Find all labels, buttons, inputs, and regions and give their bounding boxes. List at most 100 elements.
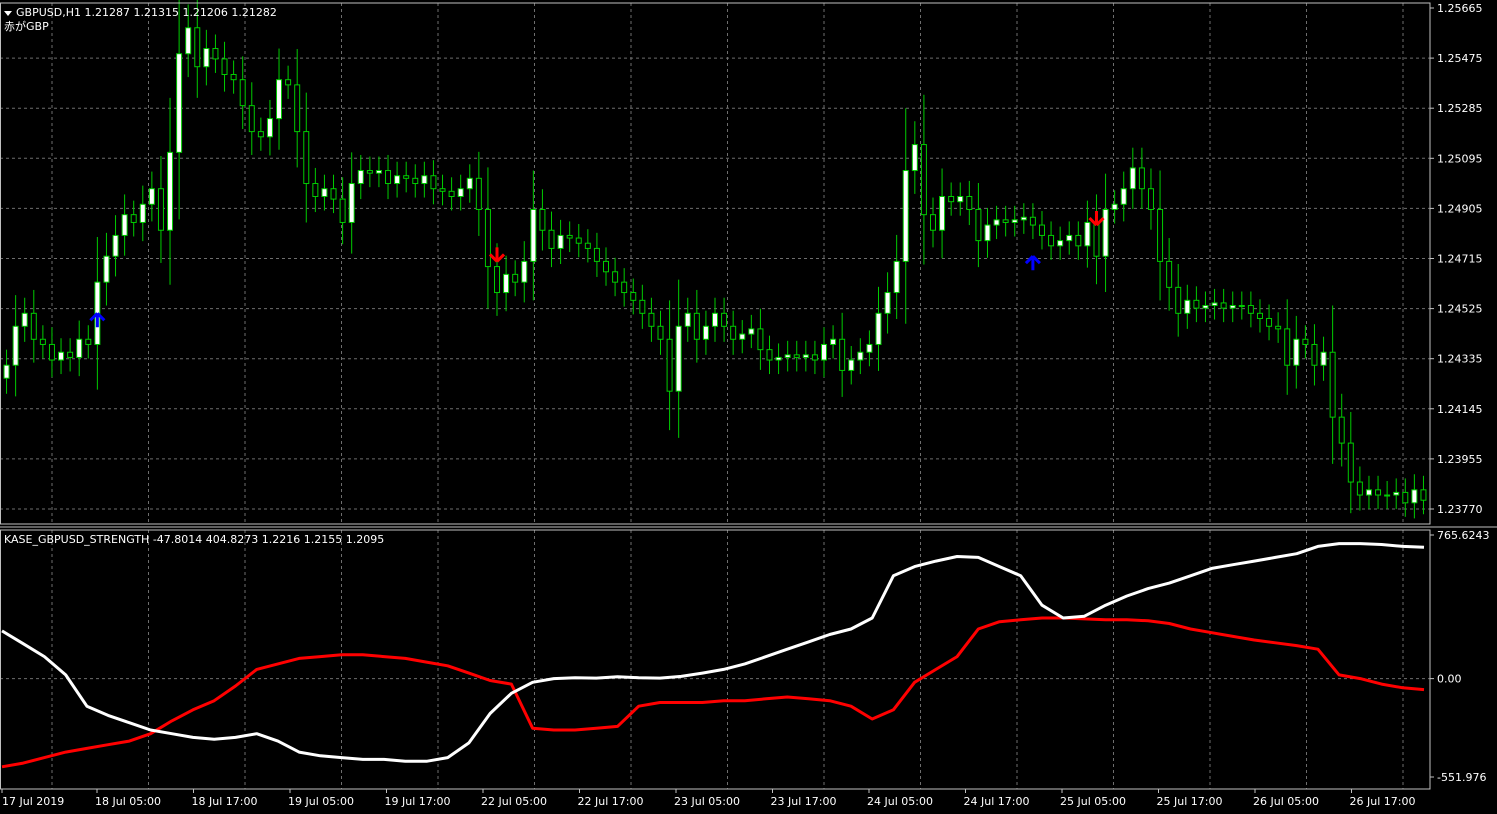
price-label: 1.25665 xyxy=(1437,2,1483,15)
candle-body-bear xyxy=(1402,491,1409,504)
candle-body-bull xyxy=(1120,188,1127,205)
candle-body-bear xyxy=(475,177,482,210)
time-label: 22 Jul 17:00 xyxy=(578,795,644,808)
indicator-title: KASE_GBPUSD_STRENGTH -47.8014 404.8273 1… xyxy=(4,533,385,546)
candle-body-bull xyxy=(866,343,873,353)
candle-body-bear xyxy=(1256,312,1263,320)
candle-body-bull xyxy=(902,170,909,262)
candle-body-bull xyxy=(1365,489,1372,496)
candle-body-bull xyxy=(176,53,183,153)
candle-body-bull xyxy=(675,325,682,392)
candle-body-bear xyxy=(603,260,610,273)
candle-body-bear xyxy=(67,351,74,358)
candle-body-bear xyxy=(721,312,728,327)
candle-body-bull xyxy=(1129,167,1136,190)
candle-body-bear xyxy=(648,312,655,327)
candle-body-bear xyxy=(85,338,92,345)
candle-body-bull xyxy=(820,343,827,361)
candle-body-bear xyxy=(285,79,292,86)
candle-body-bull xyxy=(875,312,882,345)
candle-body-bull xyxy=(521,260,528,283)
candle-body-bull xyxy=(421,175,428,185)
candle-body-bear xyxy=(1175,286,1182,314)
time-label: 25 Jul 05:00 xyxy=(1060,795,1126,808)
candle-body-bear xyxy=(248,105,255,133)
candle-body-bear xyxy=(39,338,46,345)
candle-body-bear xyxy=(566,234,573,239)
candle-body-bear xyxy=(757,328,764,351)
candle-body-bear xyxy=(494,266,501,294)
candle-body-bull xyxy=(911,144,918,172)
candle-body-bear xyxy=(975,208,982,242)
candle-body-bull xyxy=(857,351,864,361)
candle-body-bear xyxy=(730,325,737,340)
candle-body-bull xyxy=(457,188,464,197)
triangle-down-icon[interactable] xyxy=(4,10,12,16)
candle-body-bear xyxy=(1075,234,1082,247)
candle-body-bull xyxy=(1066,234,1073,242)
candle-body-bull xyxy=(266,118,273,138)
time-label: 18 Jul 17:00 xyxy=(192,795,258,808)
price-label: 1.24525 xyxy=(1437,303,1483,316)
candle-body-bull xyxy=(1293,338,1300,366)
candle-body-bull xyxy=(3,364,10,379)
chart-canvas[interactable]: 1.25665 1.25475 1.25285 1.25095 1.24905 1.247… xyxy=(0,0,1497,814)
candle-body-bear xyxy=(929,214,936,231)
main-chart-title[interactable]: GBPUSD,H1 1.21287 1.21315 1.21206 1.2128… xyxy=(4,6,277,19)
candle-body-bull xyxy=(1184,299,1191,314)
candle-body-bull xyxy=(167,151,174,231)
time-label: 26 Jul 05:00 xyxy=(1253,795,1319,808)
time-label: 26 Jul 17:00 xyxy=(1350,795,1416,808)
time-label: 24 Jul 17:00 xyxy=(964,795,1030,808)
candle-body-bull xyxy=(702,325,709,340)
candle-body-bull xyxy=(112,234,119,257)
price-label: 1.23955 xyxy=(1437,453,1483,466)
indicator-level-label: 0.00 xyxy=(1437,673,1462,686)
candle-body-bear xyxy=(257,131,264,138)
candle-body-bull xyxy=(784,354,791,358)
candle-body-bull xyxy=(884,292,891,314)
candle-body-bull xyxy=(984,224,991,242)
time-label: 23 Jul 17:00 xyxy=(771,795,837,808)
candle-body-bear xyxy=(1275,325,1282,330)
candle-body-bull xyxy=(684,312,691,327)
candle-body-bull xyxy=(748,328,755,335)
candle-body-bull xyxy=(276,79,283,120)
price-label: 1.25285 xyxy=(1437,102,1483,115)
candle-body-bear xyxy=(1302,338,1309,345)
candle-body-bear xyxy=(312,183,319,197)
candle-body-bull xyxy=(503,273,510,294)
candle-body-bull xyxy=(1084,221,1091,247)
candle-body-bull xyxy=(957,195,964,203)
price-label: 1.23770 xyxy=(1437,503,1483,516)
candle-body-bear xyxy=(1138,167,1145,190)
candle-body-bear xyxy=(1048,234,1055,247)
candle-body-bull xyxy=(893,260,900,294)
price-label: 1.24715 xyxy=(1437,253,1483,266)
candle-body-bear xyxy=(584,242,591,249)
candle-body-bear xyxy=(839,338,846,371)
candle-body-bear xyxy=(630,292,637,301)
indicator-level-label: -551.976 xyxy=(1437,771,1486,784)
candle-body-bear xyxy=(330,188,337,200)
candle-body-bear xyxy=(612,271,619,283)
candle-body-bear xyxy=(621,281,628,294)
candle-body-bear xyxy=(1093,221,1100,257)
candle-body-bear xyxy=(239,79,246,107)
candle-body-bear xyxy=(1266,318,1273,327)
candle-body-bear xyxy=(1347,442,1354,483)
candle-body-bear xyxy=(30,312,37,340)
candle-body-bear xyxy=(1284,328,1291,366)
price-label: 1.24145 xyxy=(1437,403,1483,416)
candle-body-bear xyxy=(230,73,237,81)
candle-body-bear xyxy=(1166,260,1173,288)
candle-body-bull xyxy=(1020,216,1027,221)
candle-body-bear xyxy=(157,188,164,231)
candle-body-bull xyxy=(530,208,537,262)
candle-body-bear xyxy=(366,170,373,174)
candle-body-bear xyxy=(1002,219,1009,223)
candle-body-bull xyxy=(557,234,564,249)
candle-body-bull xyxy=(739,333,746,340)
candle-body-bear xyxy=(1247,305,1254,314)
price-label: 1.24905 xyxy=(1437,202,1483,215)
